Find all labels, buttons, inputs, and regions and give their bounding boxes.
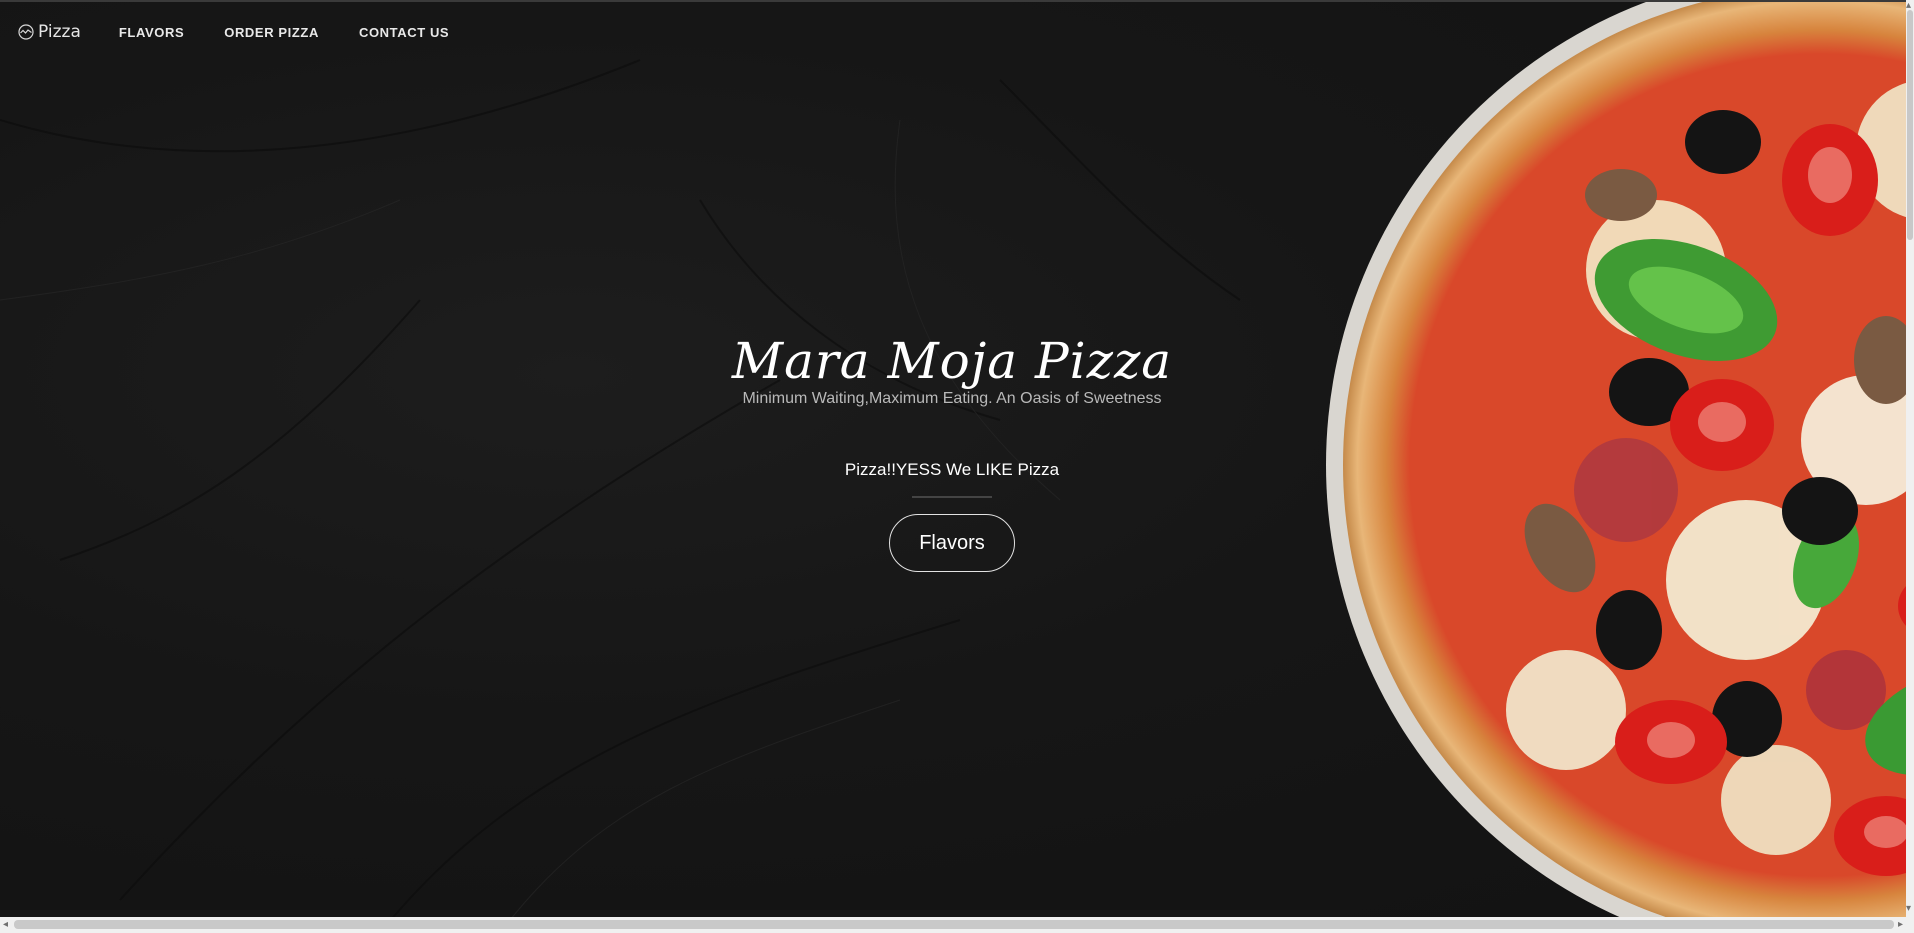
top-nav: Pizza FLAVORS ORDER PIZZA CONTACT US — [18, 20, 489, 44]
brand-name: Pizza — [38, 22, 81, 42]
vertical-scroll-thumb[interactable] — [1907, 10, 1913, 240]
pizza-image — [1326, 0, 1914, 933]
nav-link-flavors[interactable]: FLAVORS — [119, 25, 184, 40]
nav-link-contact-us[interactable]: CONTACT US — [359, 25, 449, 40]
pizza-logo-icon — [18, 24, 34, 40]
divider — [912, 496, 992, 498]
hero-content: Mara Moja Pizza Minimum Waiting,Maximum … — [652, 330, 1252, 572]
flavors-button[interactable]: Flavors — [889, 514, 1015, 572]
nav-link-order-pizza[interactable]: ORDER PIZZA — [224, 25, 319, 40]
horizontal-scroll-thumb[interactable] — [14, 920, 1894, 929]
chevron-left-icon[interactable]: ◂ — [3, 919, 8, 930]
hero-title: Mara Moja Pizza — [731, 332, 1173, 390]
hero-tagline: Pizza!!YESS We LIKE Pizza — [844, 460, 1060, 479]
chevron-down-icon[interactable]: ▾ — [1906, 903, 1911, 914]
chevron-right-icon[interactable]: ▸ — [1898, 919, 1903, 930]
hero-subtitle: Minimum Waiting,Maximum Eating. An Oasis… — [742, 390, 1162, 407]
brand-link[interactable]: Pizza — [18, 22, 81, 42]
window-top-border — [0, 0, 1914, 2]
chevron-up-icon[interactable]: ▴ — [1906, 0, 1911, 11]
